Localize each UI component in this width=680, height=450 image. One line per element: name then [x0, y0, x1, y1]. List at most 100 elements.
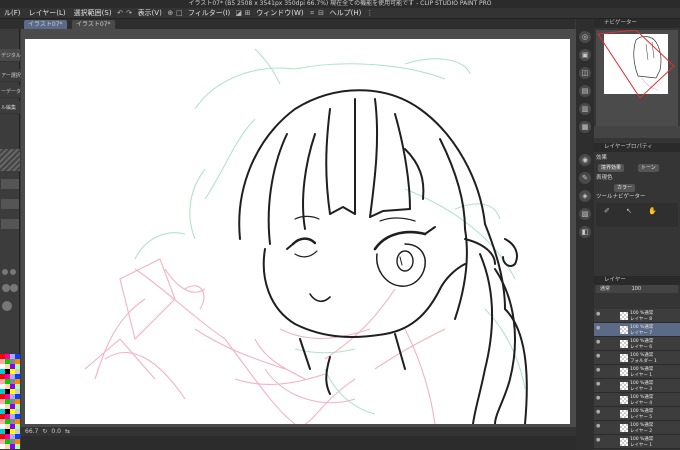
layer-icon[interactable]: ▧ — [579, 208, 591, 220]
document-tabs: イラスト07* イラスト07* — [0, 19, 575, 29]
layer-thumbnail — [620, 312, 628, 320]
menu-file[interactable]: ル(F) — [0, 8, 25, 19]
eye-icon[interactable]: ● — [596, 325, 602, 331]
eye-icon[interactable]: ● — [596, 339, 602, 345]
layer-panel-header: レイヤー — [594, 276, 680, 285]
layer-row[interactable]: ● 100 %通常 レイヤー 3 — [594, 379, 680, 393]
fill-icon[interactable]: ◪ — [235, 9, 242, 17]
menu-view[interactable]: 表示(V) — [134, 8, 166, 19]
menu-selection[interactable]: 選択範囲(S) — [70, 8, 116, 19]
material-icon[interactable]: ▥ — [579, 103, 591, 115]
angle-readout[interactable]: 0.0 — [51, 428, 61, 435]
ruler-icon[interactable]: ⊞ — [244, 9, 251, 17]
menu-layer[interactable]: レイヤー(L) — [25, 8, 70, 19]
layer-thumbnail — [620, 410, 628, 418]
navigator-frame-svg — [597, 30, 675, 99]
illustration-svg — [84, 48, 528, 424]
pen-icon[interactable]: ✐ — [604, 207, 610, 215]
brush-dot-icon[interactable] — [2, 284, 10, 292]
tab-document-2[interactable]: イラスト07* — [72, 20, 115, 29]
layer-thumbnail — [620, 396, 628, 404]
eye-icon[interactable]: ● — [596, 353, 602, 359]
menu-help[interactable]: ヘルプ(H) — [326, 8, 366, 19]
search-icon[interactable]: ▦ — [579, 121, 591, 133]
cursor-icon[interactable]: ↖ — [626, 207, 632, 215]
blend-mode-value: 通常 — [600, 286, 611, 292]
layer-blend-label: 100 %通常 — [630, 311, 654, 316]
tool-nav-icon[interactable]: ◧ — [579, 226, 591, 238]
layer-row[interactable]: ● 100 %通常 レイヤー 1 — [594, 435, 680, 449]
layer-name: レイヤー 3 — [630, 387, 653, 392]
color-palette[interactable] — [0, 354, 20, 449]
crop-icon[interactable]: ⌗ — [309, 9, 316, 17]
info-icon[interactable]: ◫ — [579, 67, 591, 79]
layer-row[interactable]: ● 100 %通常 レイヤー 5 — [594, 407, 680, 421]
brush-dot-icon[interactable] — [10, 269, 16, 275]
tool-item-select[interactable]: アー選択 — [0, 69, 21, 82]
grid-icon[interactable]: ⋮ — [366, 9, 373, 17]
layer-name: フォルダー 1 — [630, 359, 657, 364]
layer-row[interactable]: ● 100 %通常 フォルダー 1 — [594, 351, 680, 365]
layer-blend-label: 100 %通常 — [630, 381, 654, 386]
tool-item-data[interactable]: ーデータ — [0, 85, 21, 98]
layer-name: レイヤー 1 — [630, 443, 653, 448]
layer-name: レイヤー 8 — [630, 317, 653, 322]
eye-icon[interactable]: ● — [596, 409, 602, 415]
right-panels: ナビゲーター レイヤープロパティ 効果 境界効果 トーン 表現色 カラー ツール… — [594, 19, 680, 450]
layer-thumbnail — [620, 424, 628, 432]
eye-icon[interactable]: ● — [596, 311, 602, 317]
canvas-area — [21, 29, 576, 427]
border-effect-chip[interactable]: 境界効果 — [598, 164, 625, 172]
tab-document-1[interactable]: イラスト07* — [24, 20, 67, 29]
color-set-icon[interactable]: ◈ — [579, 190, 591, 202]
brush-dot-icon[interactable] — [2, 269, 8, 275]
transform-icon[interactable]: ⊕ — [167, 9, 174, 17]
property-icon[interactable]: ◉ — [579, 154, 591, 166]
layer-blend-label: 100 %通常 — [630, 325, 654, 330]
brush-dot-icon[interactable] — [10, 284, 18, 292]
opacity-value: 100 — [631, 286, 642, 292]
eye-icon[interactable]: ● — [596, 367, 602, 373]
eye-icon[interactable]: ● — [596, 423, 602, 429]
blend-mode-select[interactable]: 通常 100 — [596, 285, 678, 293]
opacity-field[interactable] — [1, 199, 19, 209]
color-mode-chip[interactable]: カラー — [614, 184, 636, 192]
navigator-icon[interactable]: ◎ — [579, 31, 591, 43]
zoom-readout[interactable]: 66.7 — [25, 428, 38, 435]
history-icon[interactable]: ▤ — [579, 85, 591, 97]
stabilizer-field[interactable] — [1, 219, 19, 229]
eye-icon[interactable]: ● — [596, 395, 602, 401]
canvas-paper[interactable] — [25, 39, 570, 424]
layer-row[interactable]: ● 100 %通常 レイヤー 8 — [594, 309, 680, 323]
rotate-icon[interactable]: ↻ — [42, 428, 47, 435]
menu-filter[interactable]: フィルター(I) — [184, 8, 234, 19]
layer-row[interactable]: ● 100 %通常 レイヤー 6 — [594, 337, 680, 351]
brush-size-field[interactable] — [1, 179, 19, 189]
layer-name: レイヤー 6 — [630, 345, 653, 350]
tone-chip[interactable]: トーン — [638, 164, 659, 172]
eye-icon[interactable]: ● — [596, 437, 602, 443]
line-art — [238, 89, 528, 424]
layer-blend-label: 100 %通常 — [630, 423, 654, 428]
navigator-preview[interactable] — [596, 30, 678, 134]
tool-navigator-area: ✐ ↖ ✋ — [596, 203, 678, 227]
tool-item-edit[interactable]: ル編集 — [0, 101, 20, 114]
flip-icon[interactable]: ⇆ — [65, 428, 70, 435]
snap-icon[interactable]: ⊟ — [318, 9, 325, 17]
clear-icon[interactable]: □ — [176, 9, 183, 17]
hand-icon[interactable]: ✋ — [648, 207, 657, 215]
layer-row[interactable]: ● 100 %通常 レイヤー 2 — [594, 421, 680, 435]
menu-window[interactable]: ウィンドウ(W) — [252, 8, 307, 19]
eye-icon[interactable]: ● — [596, 381, 602, 387]
layer-blend-label: 100 %通常 — [630, 395, 654, 400]
tool-item-digital[interactable]: デジタル — [0, 49, 21, 62]
layer-row[interactable]: ● 100 %通常 レイヤー 1 — [594, 365, 680, 379]
layer-row[interactable]: ● 100 %通常 レイヤー 4 — [594, 393, 680, 407]
brush-dot-icon[interactable] — [2, 301, 12, 311]
color-swatch[interactable] — [15, 444, 20, 449]
redo-icon[interactable]: ↷ — [126, 9, 133, 17]
sub-view-icon[interactable]: ▣ — [579, 49, 591, 61]
brush-icon[interactable]: ✎ — [579, 172, 591, 184]
layer-row[interactable]: ● 100 %通常 レイヤー 7 — [594, 323, 680, 337]
undo-icon[interactable]: ↶ — [117, 9, 124, 17]
